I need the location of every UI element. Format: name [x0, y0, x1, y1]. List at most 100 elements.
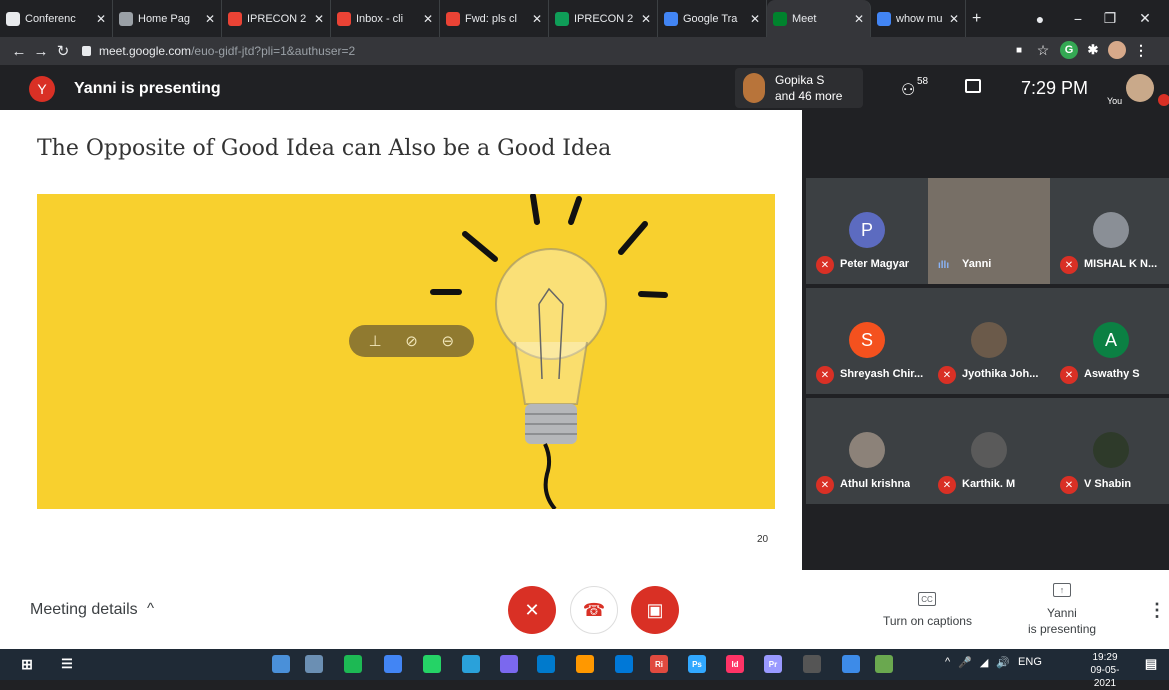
browser-tab[interactable]: whow muc ✕: [871, 0, 966, 37]
mute-icon[interactable]: ⊘: [400, 330, 422, 352]
chat-icon[interactable]: [965, 79, 981, 93]
browser-tab[interactable]: Meet ✕: [767, 0, 871, 37]
url-field[interactable]: meet.google.com/euo-gidf-jtd?pli=1&authu…: [82, 44, 355, 58]
whatsapp-icon[interactable]: [423, 655, 441, 673]
browser-tab[interactable]: Inbox - cli ✕: [331, 0, 440, 37]
pin-icon[interactable]: ⊥: [364, 330, 386, 352]
present-screen-icon[interactable]: ↑: [1053, 583, 1071, 597]
mic-muted-icon: ✕: [938, 476, 956, 494]
taskbar-clock[interactable]: 19:29 09-05-2021: [1080, 651, 1130, 690]
extensions-icon[interactable]: ✱: [1084, 41, 1102, 59]
telegram-icon[interactable]: [462, 655, 480, 673]
file-explorer-icon[interactable]: [272, 655, 290, 673]
minecraft-icon[interactable]: [875, 655, 893, 673]
avatar: A: [1093, 322, 1129, 358]
back-button[interactable]: ←: [8, 43, 30, 60]
camera-icon[interactable]: ■: [1010, 41, 1028, 59]
lock-icon: [82, 46, 91, 56]
participant-count: 58: [917, 76, 929, 87]
vscode-icon[interactable]: [537, 655, 555, 673]
maximize-button[interactable]: ❐: [1100, 0, 1120, 37]
browser-tab[interactable]: Fwd: pls cl ✕: [440, 0, 549, 37]
more-options-icon[interactable]: ⋮: [1148, 600, 1166, 621]
presenting-name[interactable]: Yanni: [1047, 606, 1077, 620]
remove-icon[interactable]: ⊖: [437, 330, 459, 352]
close-tab-icon[interactable]: ✕: [532, 12, 542, 26]
avatar: [1093, 432, 1129, 468]
captions-icon[interactable]: CC: [918, 592, 936, 606]
app-icon[interactable]: [500, 655, 518, 673]
presenting-status[interactable]: is presenting: [1028, 622, 1096, 636]
participant-tile[interactable]: S ✕ Shreyash Chir...: [806, 288, 928, 394]
participant-tile[interactable]: A ✕ Aswathy S: [1050, 288, 1169, 394]
participant-tile[interactable]: P ✕ Peter Magyar: [806, 178, 928, 284]
self-avatar[interactable]: [1126, 74, 1154, 102]
browser-tab[interactable]: IPRECON 2 ✕: [549, 0, 658, 37]
spotify-icon[interactable]: [344, 655, 362, 673]
mic-muted-icon: ✕: [1060, 366, 1078, 384]
tray-chevron-icon[interactable]: ^: [945, 656, 950, 669]
chrome-icon[interactable]: [384, 655, 402, 673]
captions-label[interactable]: Turn on captions: [883, 614, 972, 628]
reload-button[interactable]: ↻: [52, 42, 74, 60]
tab-title: Home Pag: [138, 12, 190, 25]
mic-muted-icon: ✕: [1060, 256, 1078, 274]
minimize-button[interactable]: −: [1068, 0, 1088, 37]
participant-tile[interactable]: ✕ Jyothika Joh...: [928, 288, 1050, 394]
app-icon[interactable]: [842, 655, 860, 673]
people-icon[interactable]: ⚇: [901, 80, 915, 100]
participant-tile[interactable]: ✕ Athul krishna: [806, 398, 928, 504]
mic-tray-icon[interactable]: 🎤: [958, 656, 972, 669]
sublime-icon[interactable]: [576, 655, 594, 673]
close-tab-icon[interactable]: ✕: [949, 12, 959, 26]
photoshop-icon[interactable]: Ps: [688, 655, 706, 673]
reader-icon[interactable]: Ri: [650, 655, 668, 673]
tab-title: Inbox - cli: [356, 12, 404, 25]
participant-tile[interactable]: ✕ Karthik. M: [928, 398, 1050, 504]
new-tab-button[interactable]: +: [966, 0, 987, 37]
bookmark-star-icon[interactable]: ☆: [1034, 41, 1052, 59]
mic-off-button[interactable]: ✕: [508, 586, 556, 634]
browser-tab[interactable]: Google Tra ✕: [658, 0, 767, 37]
network-icon[interactable]: ◢: [980, 656, 988, 669]
chevron-up-icon[interactable]: ^: [147, 600, 154, 617]
browser-tab[interactable]: Conferenc ✕: [0, 0, 113, 37]
windows-start-icon[interactable]: ⊞: [18, 655, 36, 673]
close-tab-icon[interactable]: ✕: [96, 12, 106, 26]
browser-tab[interactable]: Home Pag ✕: [113, 0, 222, 37]
camera-off-button[interactable]: ▣: [631, 586, 679, 634]
tab-title: IPRECON 2: [247, 12, 307, 25]
people-chip[interactable]: Gopika S and 46 more: [735, 68, 863, 108]
participant-tile[interactable]: ✕ MISHAL K N...: [1050, 178, 1169, 284]
premiere-icon[interactable]: Pr: [764, 655, 782, 673]
monitor-icon[interactable]: [305, 655, 323, 673]
close-tab-icon[interactable]: ✕: [750, 12, 760, 26]
url-domain: meet.google.com: [99, 44, 192, 58]
you-label: You: [1107, 96, 1123, 106]
participant-name: Peter Magyar: [840, 258, 910, 270]
notifications-icon[interactable]: ▤: [1142, 655, 1160, 673]
app-icon[interactable]: [803, 655, 821, 673]
language-indicator[interactable]: ENG: [1018, 656, 1042, 669]
indesign-icon[interactable]: Id: [726, 655, 744, 673]
grammarly-icon[interactable]: G: [1060, 41, 1078, 59]
close-tab-icon[interactable]: ✕: [314, 12, 324, 26]
forward-button[interactable]: →: [30, 43, 52, 60]
volume-icon[interactable]: 🔊: [996, 656, 1010, 669]
close-tab-icon[interactable]: ✕: [854, 12, 864, 26]
taskbar-date: 09-05-2021: [1090, 665, 1120, 689]
close-tab-icon[interactable]: ✕: [205, 12, 215, 26]
close-window-button[interactable]: ✕: [1135, 0, 1155, 37]
browser-tab[interactable]: IPRECON 2 ✕: [222, 0, 331, 37]
edge-icon[interactable]: [615, 655, 633, 673]
account-icon[interactable]: ●: [1030, 0, 1050, 37]
menu-dots-icon[interactable]: ⋮: [1132, 41, 1150, 59]
close-tab-icon[interactable]: ✕: [423, 12, 433, 26]
hang-up-button[interactable]: ☎: [570, 586, 618, 634]
task-view-icon[interactable]: ☰: [58, 655, 76, 673]
profile-avatar-icon[interactable]: [1108, 41, 1126, 59]
close-tab-icon[interactable]: ✕: [641, 12, 651, 26]
participant-tile[interactable]: ıllı Yanni: [928, 178, 1050, 284]
meeting-details-button[interactable]: Meeting details: [30, 601, 138, 619]
participant-tile[interactable]: ✕ V Shabin: [1050, 398, 1169, 504]
